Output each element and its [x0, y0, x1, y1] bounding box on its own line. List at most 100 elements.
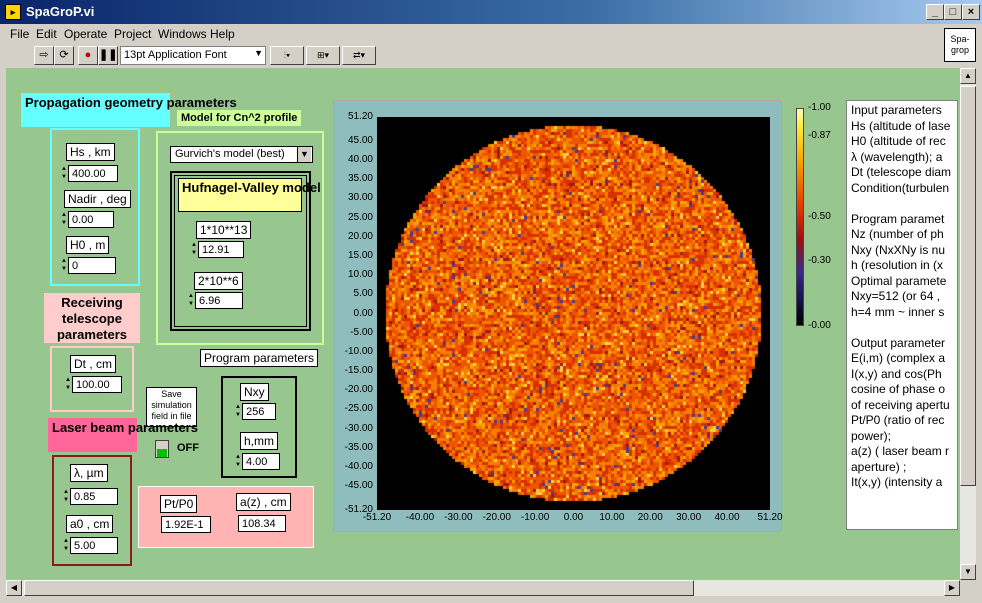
description-line: power);	[851, 428, 892, 443]
colorbar-tick-label: -0.30	[808, 254, 831, 266]
x-tick-label: 20.00	[637, 512, 663, 523]
h0-spinner[interactable]: ▲ ▼	[60, 257, 68, 274]
hv-header: Hufnagel-Valley model	[178, 178, 321, 212]
align-objects-icon[interactable]: ⫶▾	[270, 46, 304, 65]
save-toggle[interactable]	[155, 440, 169, 458]
hs-input[interactable]: 400.00	[68, 165, 118, 182]
h-spinner[interactable]: ▲ ▼	[234, 453, 242, 470]
y-tick-label: 45.00	[347, 134, 373, 146]
y-tick-label: -35.00	[344, 441, 373, 453]
y-tick-label: -15.00	[344, 365, 373, 377]
chevron-down-icon: ▼	[254, 48, 263, 58]
x-tick-label: -40.00	[405, 512, 435, 523]
abort-icon[interactable]: ●	[78, 46, 98, 65]
x-tick-label: 51.20	[757, 512, 783, 523]
menu-help[interactable]: Help	[210, 27, 235, 41]
p2-spinner[interactable]: ▲ ▼	[187, 292, 195, 309]
lambda-label: λ, µm	[70, 464, 108, 482]
az-value: 108.34	[238, 515, 286, 532]
reorder-objects-icon[interactable]: ⇄▾	[342, 46, 376, 65]
x-tick-label: 30.00	[676, 512, 702, 523]
nadir-label: Nadir , deg	[64, 190, 131, 208]
nadir-spinner[interactable]: ▲ ▼	[60, 211, 68, 228]
p1-label: 1*10**13	[196, 221, 252, 239]
menu-edit[interactable]: Edit	[36, 27, 57, 41]
colorbar-tick-label: -0.00	[808, 320, 831, 331]
description-textbox[interactable]: Input parameters Hs (altitude of lase H0 (…	[846, 100, 958, 530]
save-state: OFF	[177, 442, 199, 454]
y-tick-label: -30.00	[344, 422, 373, 434]
description-line: Output parameter	[851, 335, 946, 350]
y-tick-label: 10.00	[347, 269, 373, 281]
scroll-up-icon[interactable]: ▲	[960, 68, 976, 84]
scroll-left-icon[interactable]: ◀	[6, 580, 22, 596]
close-button[interactable]: ×	[962, 4, 980, 20]
nxy-label: Nxy	[240, 383, 269, 401]
az-label: a(z) , cm	[236, 493, 291, 511]
dt-input[interactable]: 100.00	[72, 376, 122, 393]
receiving-header: Receiving telescope parameters	[44, 293, 140, 343]
description-line: Hs (altitude of lase	[851, 118, 951, 133]
description-line	[851, 320, 953, 336]
p1-input[interactable]: 12.91	[198, 241, 244, 258]
y-tick-label: 20.00	[347, 230, 373, 242]
window-title: SpaGroP.vi	[26, 4, 95, 19]
description-line: a(z) ( laser beam r	[851, 444, 950, 458]
p1-spinner[interactable]: ▲ ▼	[190, 241, 198, 258]
menu-file[interactable]: File	[10, 27, 29, 41]
distribute-objects-icon[interactable]: ⊞▾	[306, 46, 340, 65]
x-tick-label: -10.00	[520, 512, 550, 523]
description-line: Pt/P0 (ratio of rec	[851, 413, 945, 427]
cn2-header: Model for Cn^2 profile	[177, 110, 302, 126]
h0-input[interactable]: 0	[68, 257, 116, 274]
lambda-input[interactable]: 0.85	[70, 488, 118, 505]
a0-input[interactable]: 5.00	[70, 537, 118, 554]
laser-header: Laser beam parameters	[48, 418, 198, 452]
run-arrow-icon[interactable]: ⇨	[34, 46, 54, 65]
lambda-spinner[interactable]: ▲ ▼	[62, 488, 70, 505]
colorbar	[796, 108, 804, 326]
hs-spinner[interactable]: ▲ ▼	[60, 165, 68, 182]
description-line: H0 (altitude of rec	[851, 134, 946, 148]
menu-project[interactable]: Project	[114, 27, 151, 41]
horizontal-scrollbar[interactable]: ◀ ▶	[6, 580, 960, 596]
y-tick-label: 15.00	[347, 249, 373, 261]
cn2-model-select[interactable]: Gurvich's model (best) ▼	[170, 146, 313, 163]
menu-bar: File Edit Operate Project Windows Help	[0, 24, 982, 44]
menu-operate[interactable]: Operate	[64, 27, 107, 41]
y-tick-label: 40.00	[347, 153, 373, 165]
scroll-down-icon[interactable]: ▼	[960, 564, 976, 580]
plot-area	[377, 117, 770, 510]
pause-icon[interactable]: ❚❚	[98, 46, 118, 65]
p2-input[interactable]: 6.96	[195, 292, 243, 309]
x-tick-label: 10.00	[599, 512, 625, 523]
vertical-scrollbar[interactable]: ▲ ▼	[960, 68, 976, 580]
scroll-right-icon[interactable]: ▶	[944, 580, 960, 596]
nadir-input[interactable]: 0.00	[68, 211, 114, 228]
nxy-input[interactable]: 256	[242, 403, 276, 420]
maximize-button[interactable]: □	[944, 4, 962, 20]
description-line: h=4 mm ~ inner s	[851, 304, 945, 319]
dt-spinner[interactable]: ▲ ▼	[64, 376, 72, 393]
app-icon: ▸	[5, 4, 21, 20]
y-tick-label: 51.20	[347, 111, 373, 122]
program-header: Program parameters	[200, 349, 319, 367]
description-line: Nxy (NxXNy is nu	[851, 242, 946, 257]
colorbar-tick-label: -1.00	[808, 102, 831, 113]
vertical-scroll-thumb[interactable]	[960, 86, 976, 486]
x-tick-label: -30.00	[444, 512, 473, 523]
h-input[interactable]: 4.00	[242, 453, 280, 470]
minimize-button[interactable]: _	[926, 4, 944, 20]
description-line: h (resolution in (x	[851, 258, 944, 272]
h-label: h,mm	[240, 432, 278, 450]
font-select[interactable]: 13pt Application Font ▼	[120, 46, 266, 65]
nxy-spinner[interactable]: ▲ ▼	[234, 403, 242, 420]
menu-windows[interactable]: Windows	[158, 27, 207, 41]
horizontal-scroll-thumb[interactable]	[24, 580, 694, 596]
a0-spinner[interactable]: ▲ ▼	[62, 537, 70, 554]
x-tick-label: 0.00	[563, 512, 584, 523]
font-select-value: 13pt Application Font	[124, 49, 227, 61]
description-line: cosine of phase o	[851, 382, 946, 396]
run-continuous-icon[interactable]: ⟳	[54, 46, 74, 65]
colorbar-tick-label: -0.87	[808, 130, 831, 142]
